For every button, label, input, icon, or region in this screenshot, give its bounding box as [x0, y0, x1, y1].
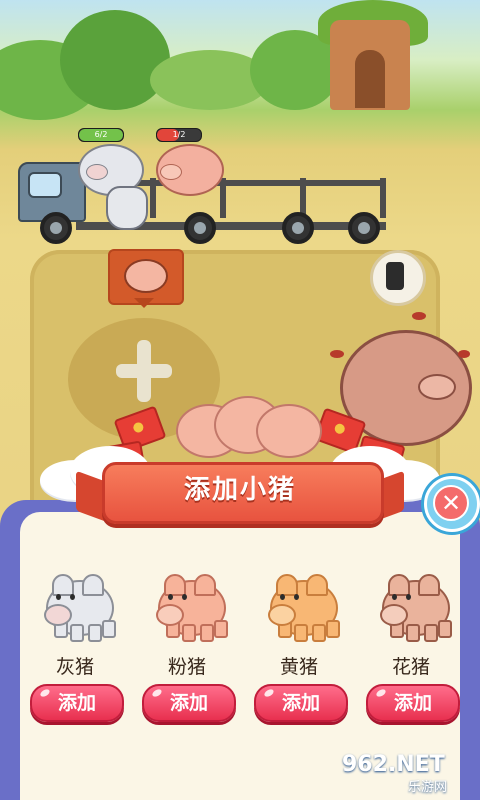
- pig-leg: [200, 624, 214, 642]
- pig-badge: [108, 249, 184, 305]
- pig-leg: [182, 624, 196, 642]
- watermark-subtitle: 乐游网: [408, 780, 448, 795]
- spray-bottle-icon: [386, 262, 404, 290]
- pig-leg: [102, 620, 116, 638]
- button-shine: [39, 687, 51, 699]
- pig-snout: [86, 164, 108, 180]
- pig-eye: [280, 594, 285, 600]
- pig-ear: [52, 574, 74, 596]
- pig-snout: [380, 604, 408, 626]
- add-pig-button-label: 添加: [393, 692, 432, 714]
- bush: [60, 10, 170, 110]
- close-icon[interactable]: ✕: [433, 485, 469, 521]
- hand-pointer-icon: [106, 186, 148, 230]
- big-pig-snout: [418, 374, 456, 400]
- add-pig-button[interactable]: 添加: [366, 684, 460, 722]
- pig-ear: [418, 574, 440, 596]
- truck-rail: [220, 178, 226, 218]
- truck-wheel: [184, 212, 216, 244]
- pig-ear: [388, 574, 410, 596]
- watermark: 962.NET 乐游网: [342, 752, 474, 796]
- pig-option-label: 灰猪: [55, 656, 94, 678]
- pig-leg: [312, 624, 326, 642]
- add-pig-button-label: 添加: [281, 692, 320, 714]
- pig-snout: [156, 604, 184, 626]
- pig-snout: [268, 604, 296, 626]
- truck-rail: [150, 178, 156, 218]
- pig-snout: [160, 164, 182, 180]
- pig-option-card: 粉猪 添加: [142, 574, 236, 722]
- pig-snout: [44, 604, 72, 626]
- pig-leg: [214, 620, 228, 638]
- add-pig-button[interactable]: 添加: [142, 684, 236, 722]
- pig-level-bar: 1/2: [156, 128, 202, 142]
- pig-eye: [182, 594, 187, 600]
- modal-title: 添加小猪: [183, 475, 296, 505]
- pig-leg: [438, 620, 452, 638]
- truck-wheel: [348, 212, 380, 244]
- pig-eye: [294, 594, 299, 600]
- pig-leg: [70, 624, 84, 642]
- add-pig-button-label: 添加: [169, 692, 208, 714]
- watermark-logo: 962.NET: [342, 752, 445, 777]
- pig-ear: [276, 574, 298, 596]
- truck-window: [28, 172, 62, 198]
- pig-badge-icon: [124, 259, 168, 293]
- pig-eye: [392, 594, 397, 600]
- truck-rail: [380, 178, 386, 218]
- pig-option-card: 花猪 添加: [366, 574, 460, 722]
- pig-eye: [406, 594, 411, 600]
- pig-leg: [88, 624, 102, 642]
- mosquito-icon: [412, 312, 426, 320]
- truck-wheel: [40, 212, 72, 244]
- mosquito-icon: [330, 350, 344, 358]
- add-pig-button-label: 添加: [57, 692, 96, 714]
- plus-icon: [116, 364, 172, 378]
- button-shine: [375, 687, 387, 699]
- pig-leg: [326, 620, 340, 638]
- pig-eye: [168, 594, 173, 600]
- pig-level-text: 1/2: [172, 130, 186, 139]
- pig-leg: [294, 624, 308, 642]
- truck-wheel: [282, 212, 314, 244]
- pig-ear: [164, 574, 186, 596]
- pig-leg: [424, 624, 438, 642]
- pig-ear: [82, 574, 104, 596]
- pig-option-card: 黄猪 添加: [254, 574, 348, 722]
- house-door: [355, 50, 385, 108]
- pig-leg: [406, 624, 420, 642]
- add-pig-button[interactable]: 添加: [30, 684, 124, 722]
- button-shine: [151, 687, 163, 699]
- add-pig-button[interactable]: 添加: [254, 684, 348, 722]
- pig-option-label: 花猪: [391, 656, 430, 678]
- pig-eye: [70, 594, 75, 600]
- pig-option-label: 黄猪: [279, 656, 318, 678]
- pig-ear: [194, 574, 216, 596]
- button-shine: [263, 687, 275, 699]
- pig-badge-pointer: [134, 298, 154, 308]
- mosquito-icon: [458, 350, 470, 358]
- pig-level-bar: 6/2: [78, 128, 124, 142]
- pig-ear: [306, 574, 328, 596]
- pig-eye: [56, 594, 61, 600]
- pig-level-text: 6/2: [94, 130, 108, 139]
- pig-option-card: 灰猪 添加: [30, 574, 124, 722]
- pig-option-label: 粉猪: [167, 656, 206, 678]
